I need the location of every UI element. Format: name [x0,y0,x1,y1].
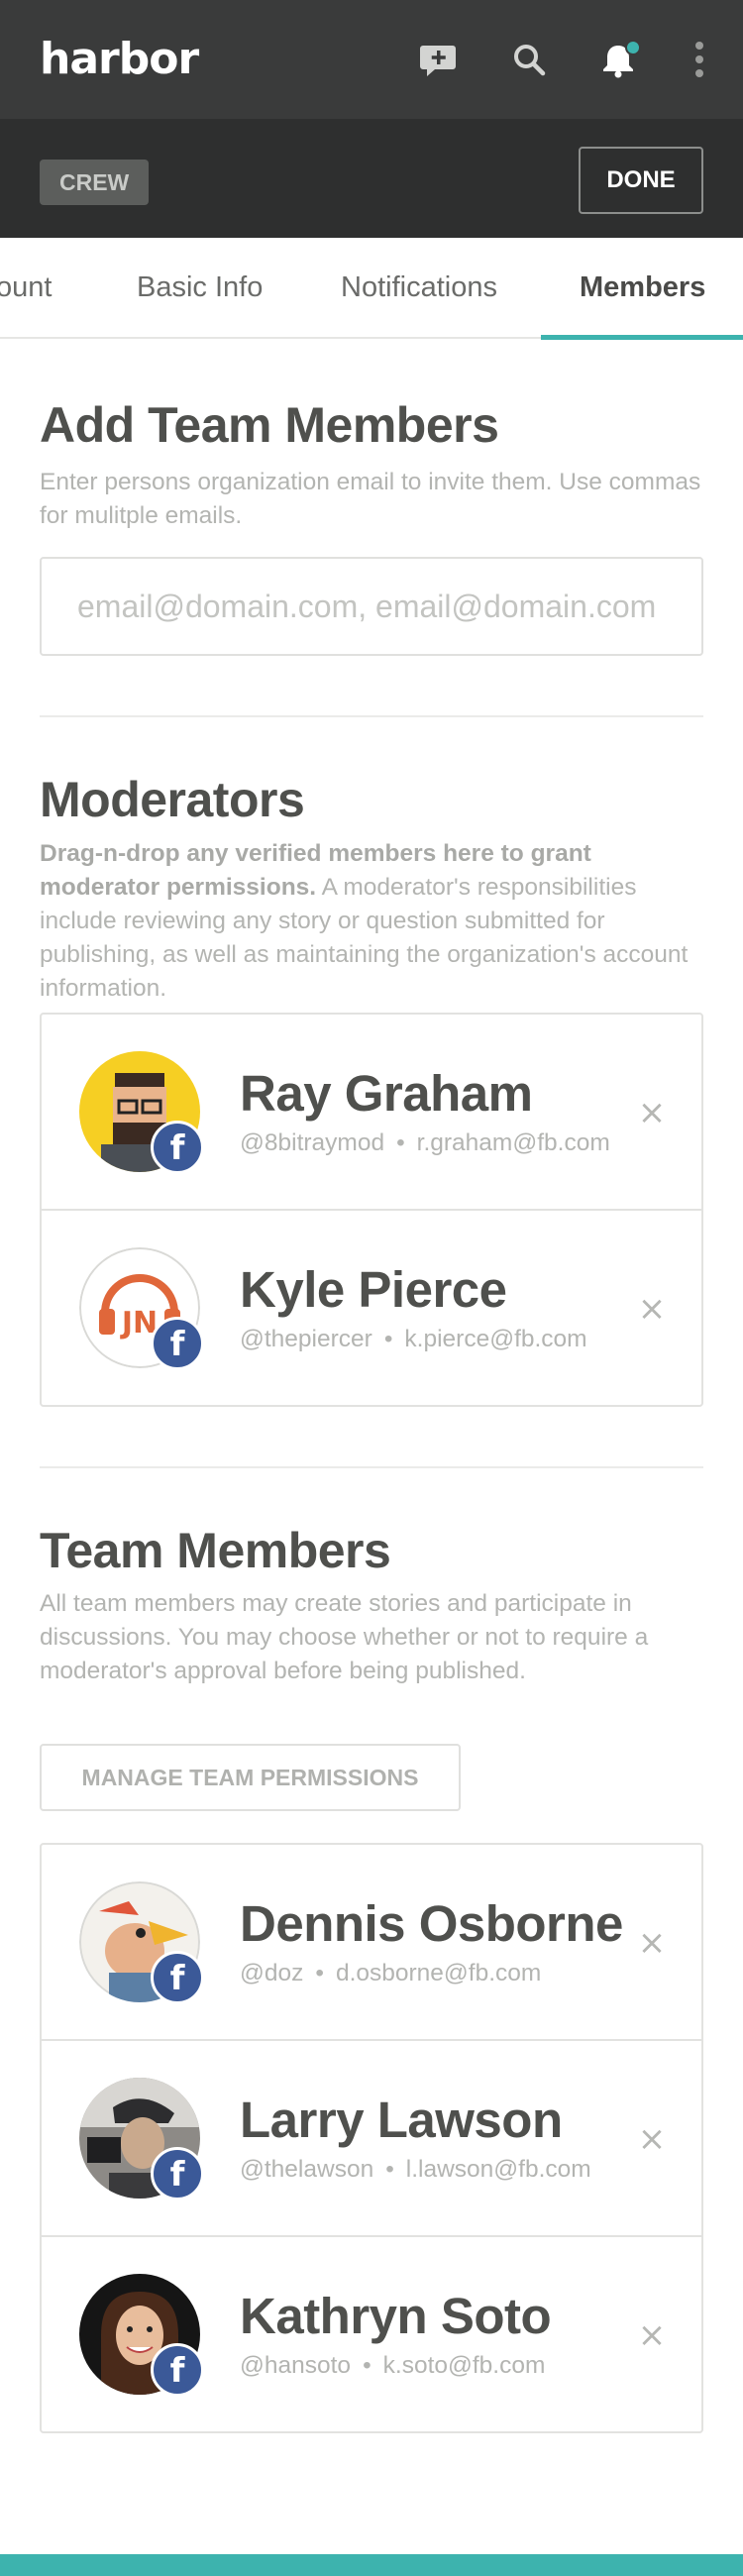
add-members-description: Enter persons organization email to invi… [40,469,701,529]
member-meta: @8bitraymod • r.graham@fb.com [240,1129,610,1157]
bell-icon[interactable] [596,36,644,83]
member-email: d.osborne@fb.com [335,1960,542,1986]
search-icon[interactable] [505,36,553,83]
manage-team-permissions-button[interactable]: MANAGE TEAM PERMISSIONS [40,1744,461,1811]
member-handle: @thepiercer [240,1326,372,1352]
facebook-icon: f [151,1121,204,1174]
context-bar: CREW DONE [0,119,743,238]
separator-dot: • [396,1129,405,1156]
moderators-list: f Ray Graham @8bitraymod • r.graham@fb.com… [40,1013,703,1407]
remove-member-icon[interactable]: × [634,1292,670,1328]
tab-members[interactable]: Members [580,238,705,337]
member-meta: @thelawson • l.lawson@fb.com [240,2156,591,2184]
facebook-icon: f [151,2147,204,2200]
member-handle: @thelawson [240,2156,374,2183]
member-email: r.graham@fb.com [416,1129,610,1156]
tab-notifications[interactable]: Notifications [341,238,497,337]
member-handle: @8bitraymod [240,1129,385,1156]
moderators-description: Drag-n-drop any verified members here to… [40,837,703,1006]
team-members-list: f Dennis Osborne @doz • d.osborne@fb.com ×… [40,1843,703,2433]
section-divider [40,1466,703,1468]
member-name: Kathryn Soto [240,2288,552,2344]
member-handle: @doz [240,1960,304,1986]
crew-tag: CREW [40,160,150,205]
active-tab-indicator [541,335,743,340]
member-row[interactable]: JN f Kyle Pierce @thepiercer • k.pierce@fb… [42,1211,701,1405]
facebook-icon: f [151,1951,204,2004]
member-name: Dennis Osborne [240,1895,623,1952]
separator-dot: • [385,2156,394,2183]
member-meta: @thepiercer • k.pierce@fb.com [240,1326,587,1353]
remove-member-icon[interactable]: × [634,1926,670,1962]
separator-dot: • [363,2352,372,2379]
team-members-description: All team members may create stories and … [40,1590,649,1684]
team-members-title: Team Members [40,1523,391,1578]
remove-member-icon[interactable]: × [634,2318,670,2354]
separator-dot: • [383,1326,393,1352]
separator-dot: • [315,1960,324,1986]
more-vertical-icon[interactable] [676,36,723,83]
member-row[interactable]: f Ray Graham @8bitraymod • r.graham@fb.com… [42,1015,701,1211]
member-row[interactable]: f Kathryn Soto @hansoto • k.soto@fb.com × [42,2237,701,2431]
tab-account[interactable]: ount [0,238,52,337]
facebook-icon: f [151,1317,204,1370]
app-logo[interactable]: harbor [40,34,199,84]
add-members-title: Add Team Members [40,397,499,453]
bottom-accent-bar [0,2554,743,2576]
done-button[interactable]: DONE [579,147,703,214]
notification-dot [625,40,641,55]
settings-tabs: ount Basic Info Notifications Members [0,238,743,339]
member-email: k.pierce@fb.com [404,1326,587,1352]
section-divider [40,715,703,717]
member-email: l.lawson@fb.com [405,2156,591,2183]
member-name: Kyle Pierce [240,1261,507,1318]
remove-member-icon[interactable]: × [634,1096,670,1131]
member-row[interactable]: f Dennis Osborne @doz • d.osborne@fb.com × [42,1845,701,2041]
remove-member-icon[interactable]: × [634,2122,670,2158]
member-row[interactable]: f Larry Lawson @thelawson • l.lawson@fb.co… [42,2041,701,2237]
member-name: Larry Lawson [240,2092,563,2148]
member-name: Ray Graham [240,1065,533,1122]
tab-basic-info[interactable]: Basic Info [137,238,263,337]
facebook-icon: f [151,2343,204,2397]
member-meta: @doz • d.osborne@fb.com [240,1960,541,1987]
invite-email-input[interactable] [40,557,703,656]
moderators-title: Moderators [40,772,305,827]
top-app-bar: harbor [0,0,743,119]
member-email: k.soto@fb.com [382,2352,546,2379]
member-handle: @hansoto [240,2352,352,2379]
compose-icon[interactable] [414,36,462,83]
member-meta: @hansoto • k.soto@fb.com [240,2352,545,2380]
